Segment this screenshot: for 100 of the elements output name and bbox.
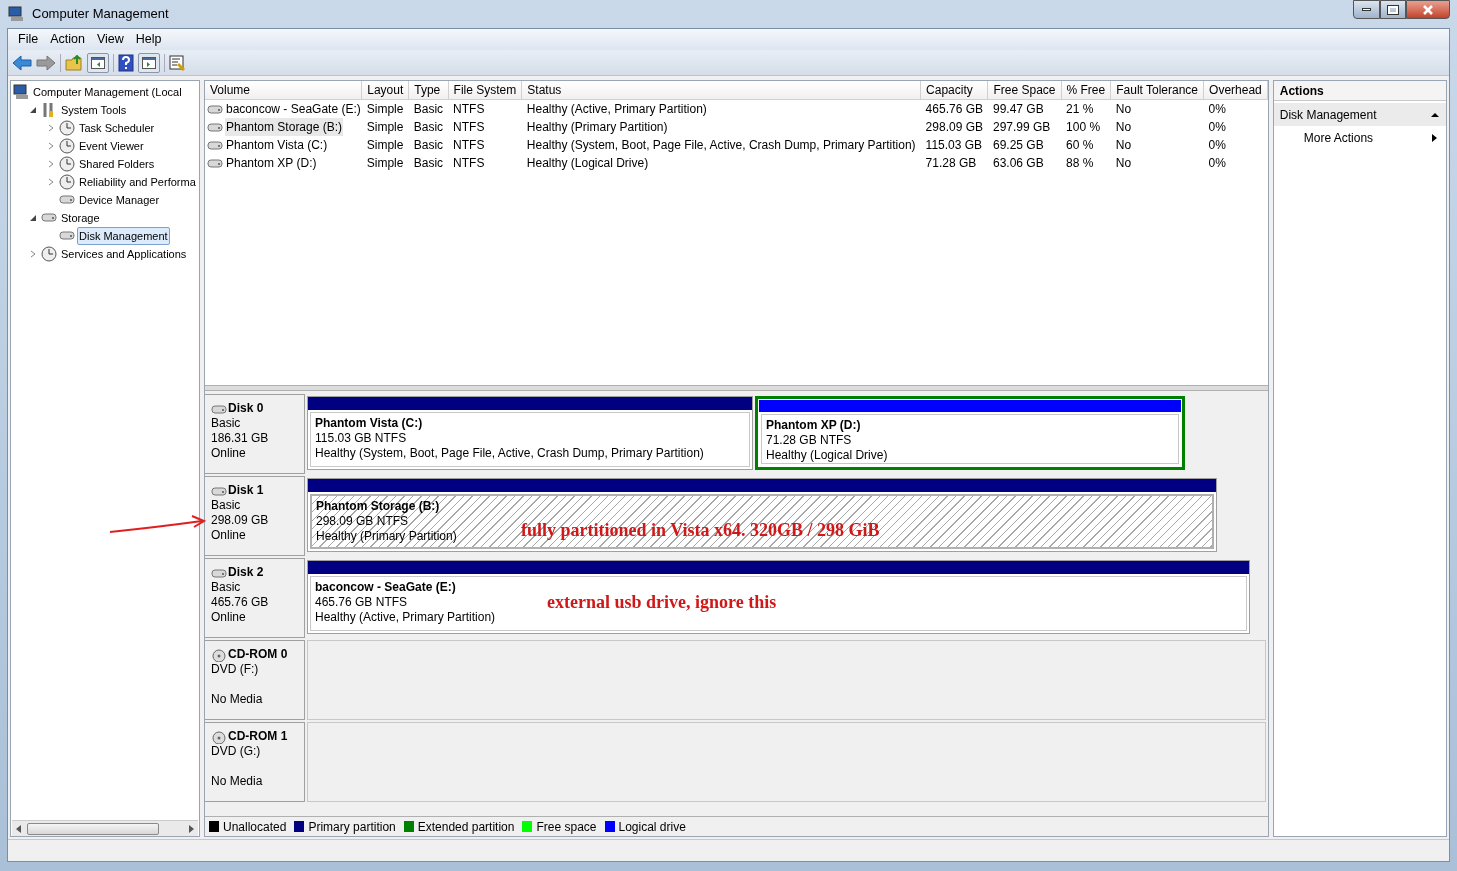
scroll-left-icon[interactable] [15, 824, 23, 833]
table-cell: Healthy (Active, Primary Partition) [521, 99, 921, 118]
table-cell-text: Basic [412, 155, 445, 172]
volume-name[interactable]: Phantom Storage (B:) [225, 118, 344, 136]
partition-size: 115.03 GB NTFS [315, 431, 407, 446]
table-cell: 99.47 GB [988, 99, 1062, 118]
partition-size: 71.28 GB NTFS [766, 433, 852, 448]
tree-item[interactable]: Storage [59, 208, 102, 228]
partition-block[interactable]: Phantom XP (D:) 71.28 GB NTFS Healthy (Logical Drive) [755, 396, 1185, 470]
partition-status: Healthy (Active, Primary Partition) [315, 610, 496, 625]
table-cell-text: Simple [365, 137, 405, 154]
menu-item[interactable]: View [90, 30, 130, 49]
table-cell-text: Healthy (System, Boot, Page File, Active, Crash Dump, Primary Partition) [525, 137, 917, 154]
forward-arrow-icon[interactable] [36, 54, 56, 71]
properties-icon[interactable] [169, 54, 185, 71]
legend-label: Primary partition [308, 818, 396, 836]
tree-item[interactable]: System Tools [59, 100, 129, 120]
scroll-right-icon[interactable] [187, 824, 195, 833]
column-header[interactable]: % Free [1061, 81, 1111, 100]
drive-icon [207, 102, 223, 116]
disk-name: Disk 2 [228, 565, 264, 580]
action-label: More Actions [1303, 129, 1375, 147]
column-header[interactable]: File System [448, 81, 522, 100]
table-cell: Basic [408, 99, 449, 118]
disk-status: Online [211, 610, 247, 625]
tree-item[interactable]: Reliability and Performa [77, 172, 198, 192]
table-cell-text: Basic [412, 137, 445, 154]
actions-section-header[interactable]: Disk Management [1273, 103, 1446, 126]
menu-item[interactable]: Action [44, 30, 91, 49]
expanded-arrow-icon [29, 214, 37, 222]
drive-icon [207, 138, 223, 152]
column-header[interactable]: Fault Tolerance [1110, 81, 1204, 100]
tree-toggle-button[interactable] [87, 52, 109, 73]
table-cell-text: 100 % [1065, 119, 1102, 136]
column-header[interactable]: Layout [361, 81, 409, 100]
column-header[interactable]: Overhead [1203, 81, 1268, 100]
disk-size: 186.31 GB [211, 431, 270, 446]
help-icon[interactable] [118, 53, 134, 72]
disk-type: Basic [211, 416, 242, 431]
action-item[interactable]: More Actions [1273, 126, 1446, 149]
partition-name: Phantom Storage (B:) [316, 499, 440, 514]
table-cell-text: NTFS [452, 119, 486, 136]
tree-item[interactable]: Device Manager [77, 190, 162, 210]
scrollbar-thumb[interactable] [27, 822, 159, 835]
column-header[interactable]: Capacity [920, 81, 988, 100]
partition-block[interactable]: Phantom Vista (C:) 115.03 GB NTFS Healthy (System, Boot, Page File, Active, Crash Dump, Primary Partition) [307, 396, 753, 470]
partition-name: Phantom Vista (C:) [315, 416, 423, 431]
minimize-icon [1362, 8, 1371, 11]
partition-status: Healthy (System, Boot, Page File, Active, Crash Dump, Primary Partition) [315, 446, 704, 461]
close-button[interactable] [1406, 0, 1450, 19]
disk-status: No Media [211, 774, 264, 789]
table-cell-text: 0% [1207, 119, 1227, 136]
action-pane-toggle-button[interactable] [138, 52, 160, 73]
disk-status: Online [211, 528, 247, 543]
minimize-button[interactable] [1353, 0, 1380, 19]
maximize-button[interactable] [1380, 0, 1406, 19]
table-cell-text: Healthy (Primary Partition) [525, 119, 669, 136]
maximize-icon [1388, 5, 1398, 14]
section-title: Disk Management [1279, 106, 1378, 124]
menu-item[interactable]: Help [129, 30, 168, 49]
disk-type: DVD (G:) [211, 744, 262, 759]
disk-status: No Media [211, 692, 264, 707]
tree-item[interactable]: Disk Management [77, 226, 170, 246]
column-header[interactable]: Status [521, 81, 921, 100]
computer-icon [8, 6, 26, 22]
tree-item[interactable]: Computer Management (Local [31, 82, 184, 102]
window-title: Computer Management [32, 5, 169, 24]
table-cell-text: NTFS [452, 137, 486, 154]
column-header[interactable]: Type [408, 81, 449, 100]
tree-item[interactable]: Task Scheduler [77, 118, 157, 138]
table-cell: 465.76 GB [920, 99, 988, 118]
legend-label: Free space [536, 818, 597, 836]
table-cell-text: 0% [1207, 155, 1227, 172]
legend-label: Unallocated [223, 818, 287, 836]
table-cell-text: No [1114, 119, 1133, 136]
table-cell: NTFS [448, 99, 522, 118]
table-cell-text: Simple [365, 155, 405, 172]
horizontal-scrollbar[interactable] [12, 820, 198, 836]
computer-icon [13, 84, 29, 100]
disk-size: 298.09 GB [211, 513, 270, 528]
table-cell: 21 % [1061, 99, 1111, 118]
legend-label: Extended partition [417, 818, 515, 836]
tree-item[interactable]: Shared Folders [77, 154, 157, 174]
tree-item[interactable]: Services and Applications [59, 244, 189, 264]
back-arrow-icon[interactable] [12, 54, 32, 71]
menu-item[interactable]: File [12, 30, 45, 49]
volume-name[interactable]: Phantom Vista (C:) [225, 136, 329, 154]
column-header[interactable]: Volume [205, 81, 362, 100]
volume-name[interactable]: Phantom XP (D:) [225, 154, 318, 172]
volume-name[interactable]: baconcow - SeaGate (E:) [225, 100, 362, 118]
table-cell-text: 69.25 GB [992, 137, 1045, 154]
table-cell-text: 88 % [1065, 155, 1095, 172]
folder-up-icon[interactable] [65, 54, 83, 71]
column-header[interactable]: Free Space [988, 81, 1062, 100]
table-cell-text: 298.09 GB [924, 119, 984, 136]
table-cell-text: 60 % [1065, 137, 1095, 154]
partition-size: 298.09 GB NTFS [316, 514, 409, 529]
disk-status: Online [211, 446, 247, 461]
tree-item[interactable]: Event Viewer [77, 136, 146, 156]
table-cell: 0% [1203, 99, 1268, 118]
